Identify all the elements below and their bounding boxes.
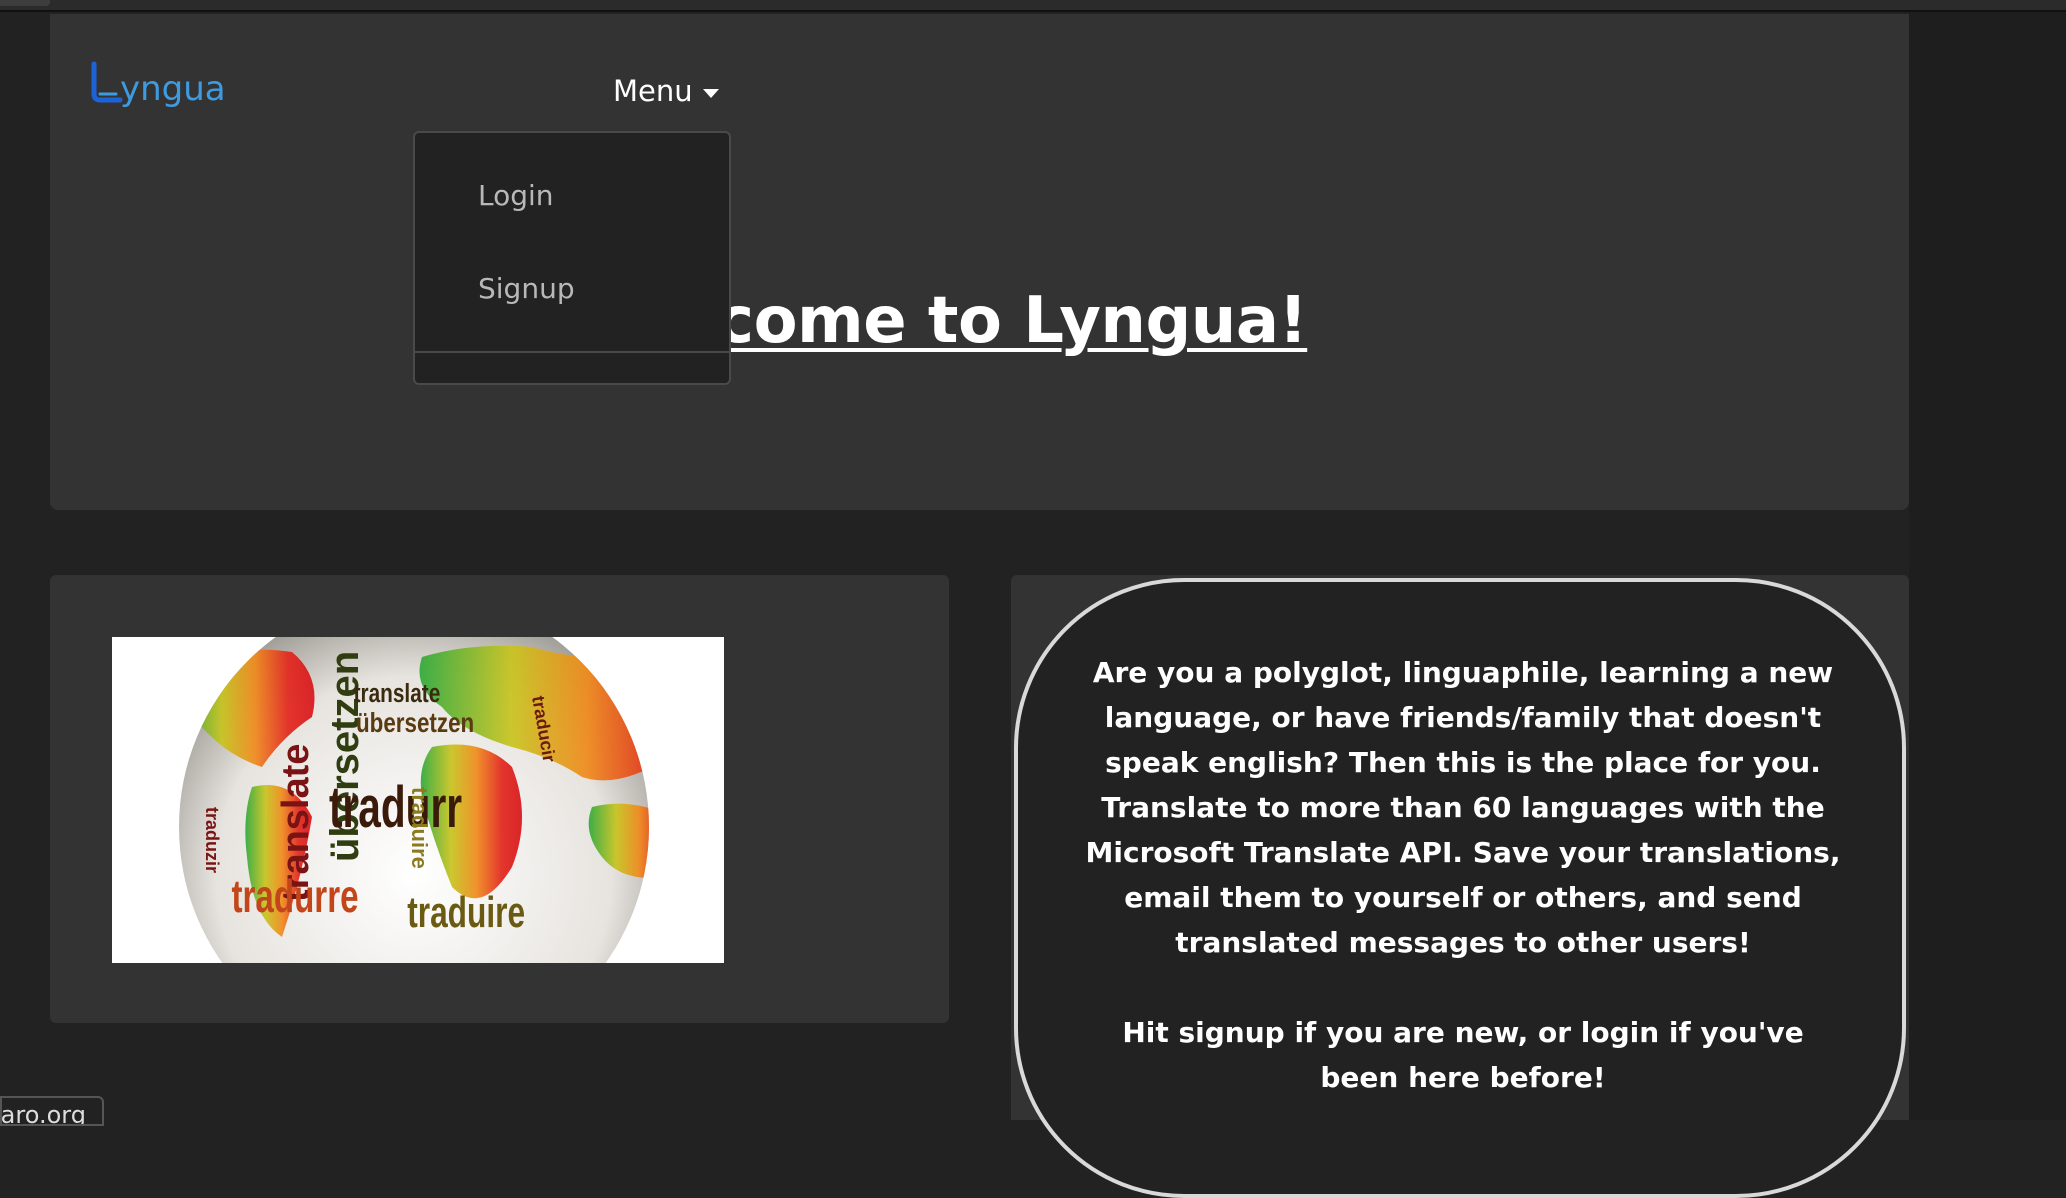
brand-name: yngua — [120, 69, 226, 109]
dropdown-item-login[interactable]: Login — [478, 179, 554, 212]
translate-globe-image: translate übersetzen tradurre tradurr tr… — [112, 637, 724, 963]
dropdown-item-signup[interactable]: Signup — [478, 272, 575, 305]
pitch-bubble: Are you a polyglot, linguaphile, learnin… — [1014, 578, 1906, 1198]
brand-logo-link[interactable]: yngua — [86, 60, 226, 109]
menu-dropdown: Login Signup — [413, 131, 731, 385]
status-url-tooltip: iaro.org — [0, 1096, 104, 1126]
tab-stub — [0, 0, 50, 6]
menu-dropdown-toggle[interactable]: Menu — [613, 74, 719, 108]
hero-banner: elcome to Lyngua! — [50, 164, 1909, 510]
image-word: tradurre — [232, 872, 359, 922]
pitch-card: Are you a polyglot, linguaphile, learnin… — [1011, 575, 1909, 1198]
page-title: elcome to Lyngua! — [651, 284, 1308, 358]
image-word: tradurr — [329, 775, 462, 840]
dropdown-divider — [415, 351, 729, 353]
image-word: übersetzen — [356, 708, 474, 739]
image-word: traduire — [407, 787, 432, 869]
pitch-paragraph: Are you a polyglot, linguaphile, learnin… — [1085, 656, 1841, 959]
status-url-text: iaro.org — [0, 1101, 86, 1126]
browser-top-edge — [0, 0, 2066, 12]
globe-illustration: translate übersetzen tradurre tradurr tr… — [112, 637, 724, 963]
image-word: traduzir — [202, 807, 222, 873]
image-word: traduire — [407, 888, 525, 937]
navbar: yngua Menu — [50, 14, 1909, 165]
page-gutter — [1909, 12, 2066, 1120]
menu-label: Menu — [613, 74, 693, 108]
image-card: translate übersetzen tradurre tradurr tr… — [50, 575, 949, 1023]
caret-down-icon — [702, 88, 719, 98]
pitch-call-to-action: Hit signup if you are new, or login if y… — [1122, 1016, 1804, 1094]
image-word: translate — [354, 679, 441, 708]
brand-l-icon — [91, 61, 123, 103]
